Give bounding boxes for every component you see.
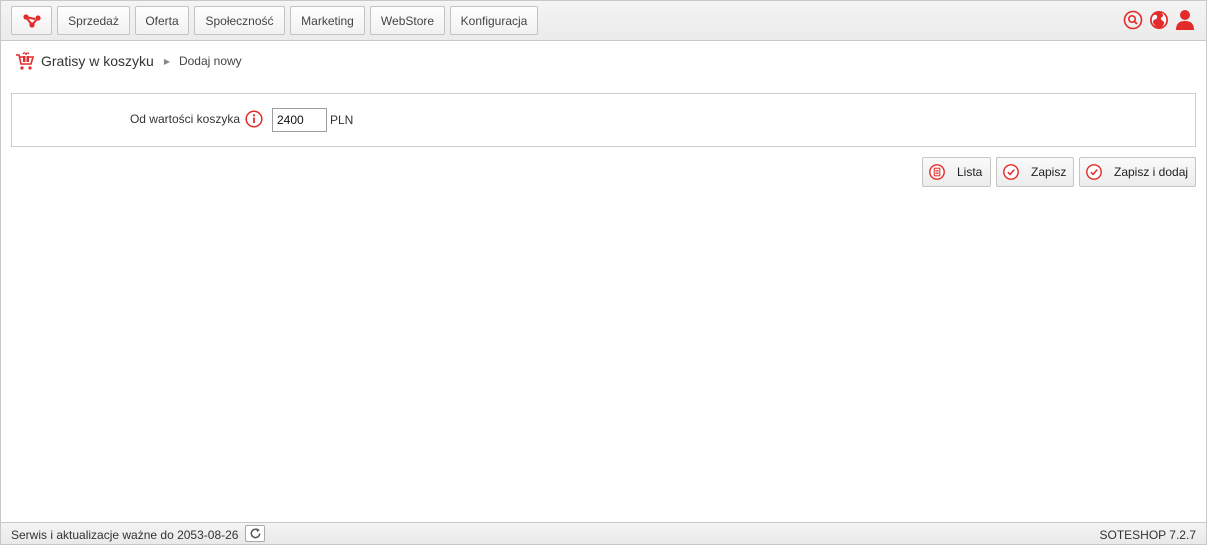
breadcrumb-separator-icon: ▶ (163, 56, 170, 66)
list-button[interactable]: Lista (922, 157, 991, 187)
soteshop-logo-icon (22, 13, 41, 28)
save-and-add-button-label: Zapisz i dodaj (1114, 165, 1189, 179)
breadcrumb-title[interactable]: Gratisy w koszyku (41, 53, 154, 69)
language-button[interactable] (1148, 9, 1170, 31)
app-frame (0, 0, 1207, 545)
search-icon (1123, 10, 1143, 30)
logo-button[interactable] (11, 6, 52, 35)
save-and-add-button[interactable]: Zapisz i dodaj (1079, 157, 1196, 187)
nav-marketing[interactable]: Marketing (290, 6, 365, 35)
globe-icon (1150, 11, 1168, 29)
top-navigation: Sprzedaż Oferta Społeczność Marketing We… (1, 1, 1206, 41)
service-expiry-text: Serwis i aktualizacje ważne do 2053-08-2… (11, 528, 239, 542)
top-right-icons (1122, 9, 1196, 31)
refresh-icon (250, 528, 260, 539)
version-text: SOTESHOP 7.2.7 (1099, 528, 1197, 542)
footer: Serwis i aktualizacje ważne do 2053-08-2… (1, 522, 1206, 544)
check-icon (1003, 164, 1019, 180)
cart-value-input[interactable] (272, 108, 327, 132)
search-button[interactable] (1122, 9, 1144, 31)
user-icon (1176, 10, 1194, 30)
gift-cart-icon (16, 52, 35, 70)
refresh-button[interactable] (245, 525, 265, 542)
cart-value-label: Od wartości koszyka (129, 112, 240, 126)
currency-unit: PLN (330, 113, 354, 127)
nav-spolecznosc[interactable]: Społeczność (194, 6, 285, 35)
nav-webstore[interactable]: WebStore (370, 6, 445, 35)
save-button-label: Zapisz (1031, 165, 1067, 179)
breadcrumb-current: Dodaj nowy (178, 54, 242, 68)
breadcrumb: Gratisy w koszyku ▶ Dodaj nowy (15, 50, 242, 72)
nav-konfiguracja[interactable]: Konfiguracja (450, 6, 538, 35)
nav-oferta[interactable]: Oferta (135, 6, 189, 35)
check-icon (1086, 164, 1102, 180)
info-icon[interactable] (245, 110, 263, 128)
nav-sprzedaz[interactable]: Sprzedaż (57, 6, 130, 35)
user-button[interactable] (1174, 9, 1196, 31)
save-button[interactable]: Zapisz (996, 157, 1074, 187)
form-panel: Od wartości koszyka PLN (11, 93, 1196, 147)
list-icon (929, 164, 945, 180)
list-button-label: Lista (957, 165, 983, 179)
